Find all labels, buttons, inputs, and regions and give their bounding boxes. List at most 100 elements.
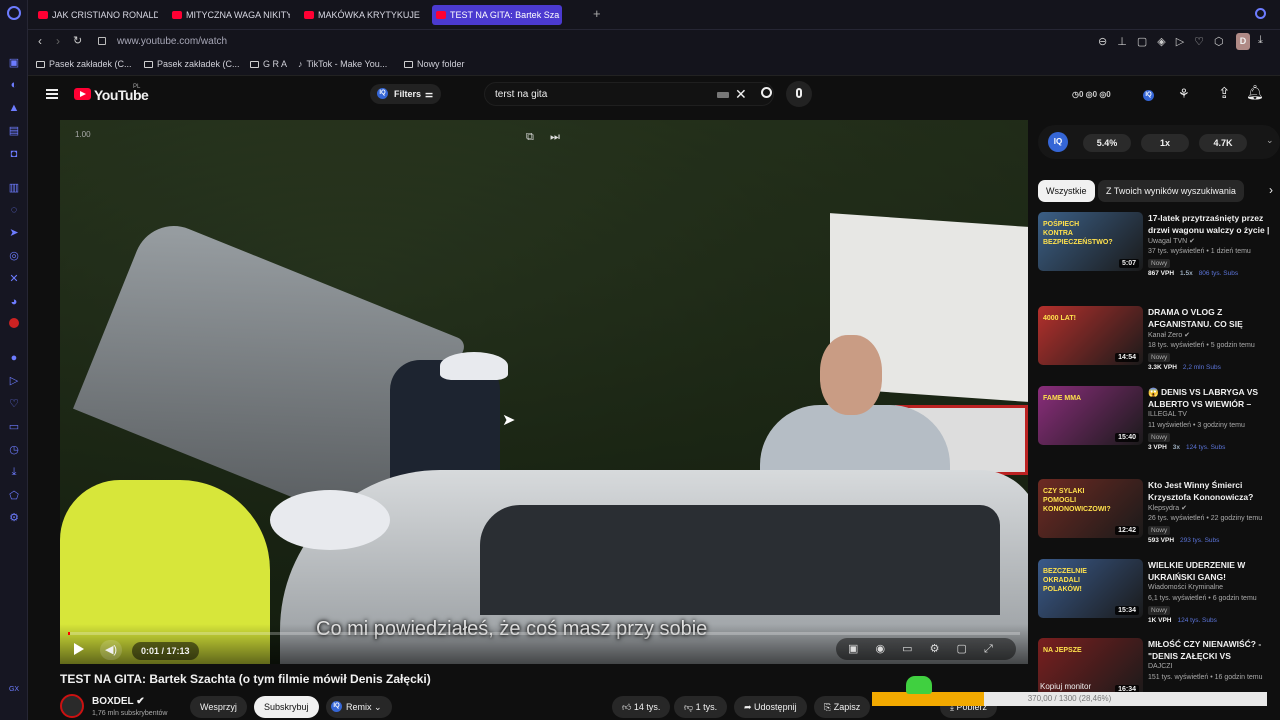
pin-icon[interactable]: ⊥ (1117, 36, 1137, 48)
sidebar-app-icon[interactable]: ▭ (8, 421, 20, 433)
search-input[interactable]: terst na gita (495, 89, 547, 100)
rec-title[interactable]: DRAMA O VLOG Z AFGANISTANU. CO SIĘ DZIEJ… (1148, 306, 1276, 330)
rec-thumbnail[interactable]: POŚPIECH KONTRA BEZPIECZEŃSTWO? 5:07 (1038, 212, 1143, 271)
sidebar-app-icon[interactable]: ▤ (8, 125, 20, 137)
browser-logo-icon[interactable] (7, 6, 21, 20)
tab-active[interactable]: TEST NA GITA: Bartek Sza (432, 5, 562, 25)
recommendation-item[interactable]: CZY SYLAKI POMOGLI KONONOWICZOWI? 12:42 Kt… (1038, 479, 1280, 551)
telegram-icon[interactable]: ➤ (8, 227, 20, 239)
chevron-down-icon[interactable]: ⌄ (1266, 135, 1274, 146)
settings-icon[interactable]: ⚙ (8, 512, 20, 524)
play-icon[interactable] (74, 643, 84, 655)
dislike-button[interactable]: 👎︎ 1 tys. (674, 696, 728, 718)
recommendation-item[interactable]: 4000 LAT! 14:54 DRAMA O VLOG Z AFGANISTANU… (1038, 306, 1280, 378)
clear-search-icon[interactable]: ✕ (735, 86, 747, 103)
sidebar-app-icon[interactable]: ◐ (8, 79, 20, 91)
youtube-logo-icon[interactable] (74, 88, 91, 100)
rec-thumbnail[interactable]: CZY SYLAKI POMOGLI KONONOWICZOWI? 12:42 (1038, 479, 1143, 538)
iq-icon[interactable]: IQ (1143, 90, 1154, 101)
heart-icon[interactable]: ♡ (1194, 36, 1214, 48)
rec-channel[interactable]: Kanał Zero ✔ (1148, 331, 1190, 339)
ext-icon[interactable]: ⚘ (1178, 86, 1190, 102)
downloads-icon[interactable]: ⤓ (1258, 34, 1263, 47)
bookmark-folder[interactable]: Pasek zakładek (C... (144, 59, 240, 69)
zoom-icon[interactable]: ⊖ (1098, 36, 1117, 48)
history-icon[interactable]: ◷ (8, 444, 20, 456)
capture-icon[interactable]: ▢ (1137, 36, 1157, 48)
rec-thumbnail[interactable]: FAME MMA 15:40 (1038, 386, 1143, 445)
send-icon[interactable]: ▷ (1176, 36, 1194, 48)
search-icon[interactable] (761, 87, 772, 98)
rec-channel[interactable]: ILLEGAL TV (1148, 411, 1187, 418)
channel-name[interactable]: BOXDEL ✔ (92, 696, 145, 707)
recommendation-item[interactable]: BEZCZELNIE OKRADALI POLAKÓW! 15:34 WIELKIE… (1038, 559, 1280, 631)
notifications-icon[interactable]: 🔔︎ (1246, 84, 1264, 101)
rec-channel[interactable]: Wiadomości Kryminalne (1148, 584, 1223, 591)
skip-icon[interactable]: ⏭ (550, 131, 560, 144)
sidebar-app-icon[interactable]: ◘ (8, 148, 20, 160)
sidebar-app-icon[interactable]: ● (8, 352, 20, 364)
extensions-icon[interactable]: ⬡ (1214, 36, 1234, 48)
progress-bar[interactable] (68, 632, 1020, 635)
instagram-icon[interactable]: ◎ (8, 250, 20, 262)
url-text[interactable]: www.youtube.com/watch (117, 36, 227, 47)
share-button[interactable]: ➦ Udostępnij (734, 696, 807, 718)
heart-icon[interactable]: ♡ (8, 398, 20, 410)
rec-title[interactable]: MIŁOŚĆ CZY NIENAWIŚĆ? - "DENIS ZAŁĘCKI V… (1148, 638, 1276, 662)
shield-icon[interactable]: ◈ (1157, 36, 1175, 48)
recommendation-item[interactable]: FAME MMA 15:40 😱 DENIS VS LABRYGA VS ALBER… (1038, 386, 1280, 458)
sidebar-app-icon[interactable]: ⬠ (8, 490, 20, 502)
chip-all[interactable]: Wszystkie (1038, 180, 1095, 202)
stop-icon[interactable]: ◉ (875, 643, 885, 655)
rec-title[interactable]: 😱 DENIS VS LABRYGA VS ALBERTO VS WIEWIÓR… (1148, 386, 1276, 410)
youtube-app-icon[interactable] (9, 318, 19, 328)
rec-title[interactable]: 17-latek przytrzaśnięty przez drzwi wago… (1148, 212, 1276, 236)
search-box[interactable]: terst na gita ✕ (484, 82, 774, 106)
keyboard-icon[interactable] (717, 92, 729, 98)
chip-from-search[interactable]: Z Twoich wyników wyszukiwania (1098, 180, 1244, 202)
download-icon[interactable]: ⤓ (8, 466, 20, 478)
x-icon[interactable]: ✕ (8, 273, 20, 285)
theater-icon[interactable]: ▢ (957, 643, 967, 655)
messenger-icon[interactable]: ◌ (8, 204, 20, 216)
bookmark-folder[interactable]: Nowy folder (404, 59, 465, 69)
sidebar-app-icon[interactable]: GX (8, 684, 20, 696)
pip-icon[interactable]: ⧉ (526, 131, 534, 144)
tab[interactable]: MITYCZNA WAGA NIKITY (168, 5, 290, 25)
rec-thumbnail[interactable]: 4000 LAT! 14:54 (1038, 306, 1143, 365)
recommendation-item[interactable]: POŚPIECH KONTRA BEZPIECZEŃSTWO? 5:07 17-la… (1038, 212, 1280, 284)
fullscreen-icon[interactable]: ⤢ (984, 643, 993, 655)
bookmark-link[interactable]: ♪ TikTok - Make You... (298, 59, 387, 69)
sidebar-app-icon[interactable]: ▥ (8, 182, 20, 194)
play-icon[interactable]: ▷ (8, 375, 20, 387)
tab[interactable]: MAKÓWKA KRYTYKUJE (300, 5, 422, 25)
rec-title[interactable]: Kto Jest Winny Śmierci Krzysztofa Konono… (1148, 479, 1276, 503)
rec-thumbnail[interactable]: BEZCZELNIE OKRADALI POLAKÓW! 15:34 (1038, 559, 1143, 618)
new-tab-button[interactable]: + (593, 6, 601, 21)
channel-avatar[interactable] (60, 694, 84, 718)
rec-channel[interactable]: DAJCZI (1148, 663, 1173, 670)
search-tabs-icon[interactable] (1255, 8, 1266, 19)
profile-avatar[interactable]: D (1236, 33, 1250, 50)
rec-channel[interactable]: Klepsydra ✔ (1148, 504, 1187, 512)
iq-control-icon[interactable]: ▣ (848, 643, 858, 655)
sidebar-app-icon[interactable]: ▲ (8, 102, 20, 114)
reload-icon[interactable]: ↻ (73, 34, 82, 47)
save-button[interactable]: ⎘ Zapisz (814, 696, 871, 718)
upload-icon[interactable]: ⇪ (1218, 84, 1231, 102)
remix-button[interactable]: IQ Remix ⌄ (326, 696, 392, 718)
voice-search-button[interactable] (786, 81, 812, 107)
settings-icon[interactable]: ⚙ (930, 643, 940, 655)
chevron-right-icon[interactable]: › (1269, 183, 1273, 197)
filters-button[interactable]: IQ Filters ⚌ (370, 84, 442, 104)
bookmark-folder[interactable]: Pasek zakładek (C... (36, 59, 132, 69)
menu-icon[interactable] (46, 89, 58, 99)
iq-logo-icon[interactable]: IQ (1048, 132, 1068, 152)
volume-icon[interactable]: ◀) (100, 640, 122, 660)
tab[interactable]: JAK CRISTIANO RONALDO (34, 5, 158, 25)
discord-icon[interactable]: ◕ (8, 296, 20, 308)
bookmark-folder[interactable]: G R A (250, 59, 287, 69)
back-icon[interactable]: ‹ (38, 34, 42, 48)
subscribe-button[interactable]: Subskrybuj (254, 696, 319, 718)
rec-title[interactable]: WIELKIE UDERZENIE W UKRAIŃSKI GANG! (1148, 559, 1276, 583)
